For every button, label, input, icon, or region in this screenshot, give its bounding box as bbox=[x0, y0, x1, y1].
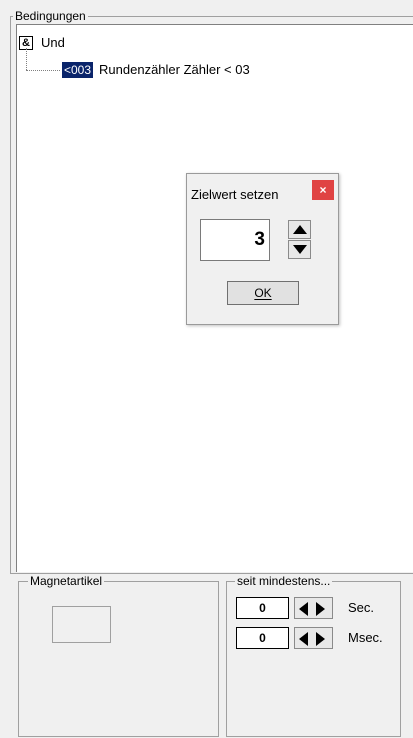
spin-up-button[interactable] bbox=[288, 220, 311, 239]
spin-up-icon bbox=[293, 225, 307, 234]
milliseconds-arrows[interactable] bbox=[294, 627, 333, 649]
milliseconds-unit-label: Msec. bbox=[348, 630, 383, 645]
dialog-title: Zielwert setzen bbox=[191, 187, 279, 202]
tree-connector-vertical bbox=[26, 48, 27, 70]
ok-button[interactable]: OK bbox=[227, 281, 299, 305]
set-target-value-dialog: Zielwert setzen × OK bbox=[186, 173, 339, 325]
condition-code-chip: <003 bbox=[62, 62, 94, 78]
conditions-group-title: Bedingungen bbox=[13, 9, 88, 23]
spin-down-icon bbox=[293, 245, 307, 254]
target-value-input[interactable] bbox=[200, 219, 270, 261]
arrow-right-icon[interactable] bbox=[316, 632, 325, 646]
condition-label: Rundenzähler Zähler < 03 bbox=[99, 62, 250, 77]
arrow-left-icon[interactable] bbox=[299, 602, 308, 616]
arrow-right-icon[interactable] bbox=[316, 602, 325, 616]
magnet-article-field[interactable] bbox=[52, 606, 111, 643]
tree-connector-horizontal bbox=[26, 70, 60, 71]
milliseconds-field[interactable]: 0 bbox=[236, 627, 289, 649]
spin-down-button[interactable] bbox=[288, 240, 311, 259]
seconds-arrows[interactable] bbox=[294, 597, 333, 619]
magnet-group bbox=[18, 581, 219, 737]
close-icon[interactable]: × bbox=[312, 180, 334, 200]
magnet-group-title: Magnetartikel bbox=[28, 574, 105, 588]
tree-node-and-label: Und bbox=[41, 35, 65, 50]
ok-button-label: OK bbox=[254, 286, 272, 300]
tree-node-counter-condition[interactable]: <003 Rundenzähler Zähler < 03 bbox=[62, 62, 250, 78]
arrow-left-icon[interactable] bbox=[299, 632, 308, 646]
since-group-title: seit mindestens... bbox=[235, 574, 333, 588]
seconds-unit-label: Sec. bbox=[348, 600, 375, 615]
seconds-field[interactable]: 0 bbox=[236, 597, 289, 619]
